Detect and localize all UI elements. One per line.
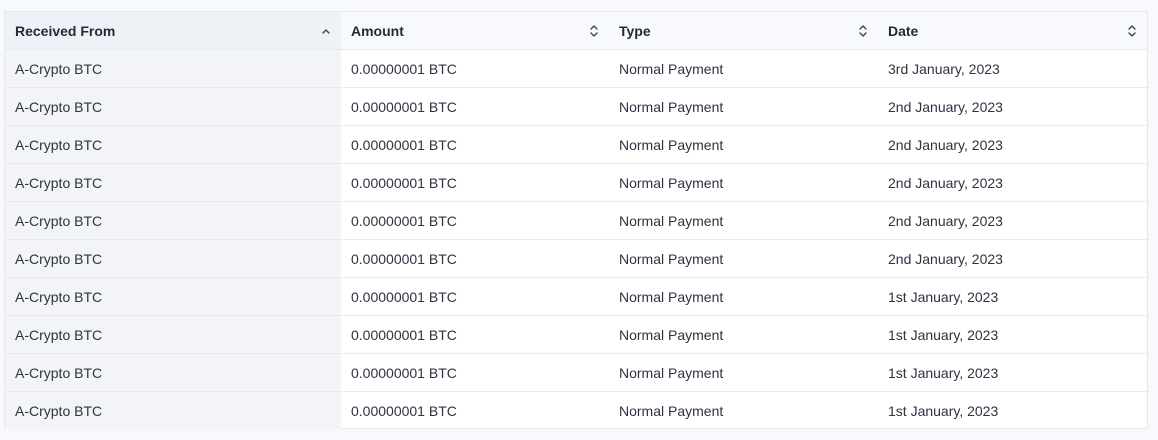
- cell-date: 1st January, 2023: [878, 277, 1147, 316]
- cell-date: 2nd January, 2023: [878, 201, 1147, 240]
- table-row[interactable]: A-Crypto BTC 0.00000001 BTC Normal Payment…: [5, 163, 1147, 202]
- cell-amount: 0.00000001 BTC: [341, 87, 609, 126]
- cell-type: Normal Payment: [609, 201, 878, 240]
- table-row[interactable]: A-Crypto BTC 0.00000001 BTC Normal Payment…: [5, 391, 1147, 429]
- table-row[interactable]: A-Crypto BTC 0.00000001 BTC Normal Payment…: [5, 125, 1147, 164]
- cell-amount: 0.00000001 BTC: [351, 402, 457, 419]
- cell-type: Normal Payment: [609, 125, 878, 164]
- column-label: Amount: [351, 22, 404, 39]
- cell-amount: 0.00000001 BTC: [341, 277, 609, 316]
- cell-type: Normal Payment: [609, 163, 878, 202]
- column-label: Received From: [15, 22, 116, 39]
- received-payments-table: Received From Amount Type Date A-Crypto …: [5, 12, 1147, 429]
- column-label: Date: [888, 22, 919, 39]
- cell-amount: 0.00000001 BTC: [341, 353, 609, 392]
- sort-updown-icon: [859, 24, 867, 37]
- cell-date: 1st January, 2023: [878, 315, 1147, 354]
- sort-updown-icon: [590, 24, 598, 37]
- cell-amount: 0.00000001 BTC: [341, 125, 609, 164]
- cell-date: 2nd January, 2023: [878, 125, 1147, 164]
- cell-type: Normal Payment: [609, 49, 878, 88]
- cell-received-from: A-Crypto BTC: [5, 239, 341, 278]
- cell-amount: 0.00000001 BTC: [341, 163, 609, 202]
- table-row[interactable]: A-Crypto BTC 0.00000001 BTC Normal Payment…: [5, 277, 1147, 316]
- header-row: Received From Amount Type Date: [5, 12, 1147, 50]
- cell-type: Normal Payment: [609, 277, 878, 316]
- cell-received-from: A-Crypto BTC: [5, 163, 341, 202]
- table-row[interactable]: A-Crypto BTC 0.00000001 BTC Normal Payment…: [5, 239, 1147, 278]
- cell-date: 2nd January, 2023: [878, 239, 1147, 278]
- column-header-amount[interactable]: Amount: [341, 12, 609, 50]
- column-header-received-from[interactable]: Received From: [5, 12, 341, 50]
- table-row[interactable]: A-Crypto BTC 0.00000001 BTC Normal Payment…: [5, 315, 1147, 354]
- cell-type: Normal Payment: [609, 87, 878, 126]
- cell-received-from: A-Crypto BTC: [5, 201, 341, 240]
- cell-date: 3rd January, 2023: [878, 49, 1147, 88]
- table-row[interactable]: A-Crypto BTC 0.00000001 BTC Normal Payment…: [5, 353, 1147, 392]
- cell-received-from: A-Crypto BTC: [5, 315, 341, 354]
- cell-received-from: A-Crypto BTC: [5, 391, 341, 429]
- cell-type: Normal Payment: [609, 353, 878, 392]
- transactions-table: Received From Amount Type Date A-Crypto …: [4, 11, 1148, 429]
- sort-updown-icon: [1128, 24, 1136, 37]
- cell-received-from: A-Crypto BTC: [5, 49, 341, 88]
- table-row[interactable]: A-Crypto BTC 0.00000001 BTC Normal Payment…: [5, 201, 1147, 240]
- cell-type: Normal Payment: [609, 239, 878, 278]
- cell-date: 1st January, 2023: [878, 353, 1147, 392]
- cell-amount: 0.00000001 BTC: [341, 315, 609, 354]
- table-row[interactable]: A-Crypto BTC 0.00000001 BTC Normal Payment…: [5, 49, 1147, 88]
- chevron-up-icon: [322, 28, 330, 34]
- cell-date: 2nd January, 2023: [878, 163, 1147, 202]
- cell-date: 2nd January, 2023: [878, 87, 1147, 126]
- column-label: Type: [619, 22, 651, 39]
- cell-received-from: A-Crypto BTC: [5, 87, 341, 126]
- cell-received-from: A-Crypto BTC: [5, 353, 341, 392]
- cell-type: Normal Payment: [619, 402, 724, 419]
- cell-received-from: A-Crypto BTC: [5, 277, 341, 316]
- cell-amount: 0.00000001 BTC: [341, 201, 609, 240]
- column-header-type[interactable]: Type: [609, 12, 878, 50]
- table-row[interactable]: A-Crypto BTC 0.00000001 BTC Normal Payment…: [5, 87, 1147, 126]
- table-body: A-Crypto BTC 0.00000001 BTC Normal Payment…: [5, 49, 1147, 429]
- column-header-date[interactable]: Date: [878, 12, 1147, 50]
- cell-amount: 0.00000001 BTC: [341, 239, 609, 278]
- cell-amount: 0.00000001 BTC: [341, 49, 609, 88]
- cell-received-from: A-Crypto BTC: [5, 125, 341, 164]
- table-header: Received From Amount Type Date: [5, 12, 1147, 50]
- cell-date: 1st January, 2023: [888, 402, 999, 419]
- cell-type: Normal Payment: [609, 315, 878, 354]
